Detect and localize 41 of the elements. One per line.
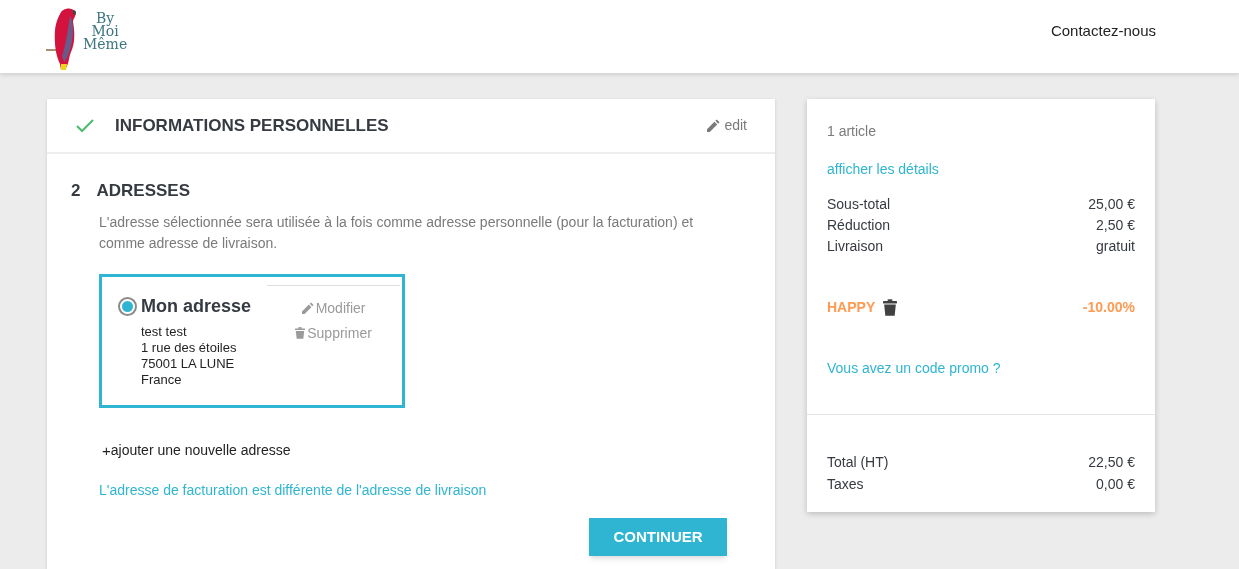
summary-value: 2,50 € bbox=[1096, 216, 1135, 235]
logo-text: By bbox=[96, 12, 115, 25]
voucher-code: HAPPY bbox=[827, 298, 876, 317]
summary-value: gratuit bbox=[1096, 237, 1135, 256]
summary-value: 25,00 € bbox=[1088, 195, 1135, 214]
contact-link[interactable]: Contactez-nous bbox=[1050, 20, 1156, 43]
address-line: 1 rue des étoiles bbox=[141, 339, 238, 356]
billing-address-link[interactable]: L'adresse de facturation est différente de l'adresse de livraison bbox=[99, 482, 487, 498]
check-icon bbox=[75, 117, 95, 134]
modify-link[interactable]: Modifier bbox=[315, 297, 366, 319]
edit-link[interactable]: edit bbox=[724, 115, 747, 136]
logo-text: Moi bbox=[91, 25, 119, 38]
voucher-value: -10.00% bbox=[1082, 298, 1135, 317]
summary-label: Réduction bbox=[827, 216, 891, 235]
address-line: France bbox=[141, 371, 183, 388]
logo-text: Même bbox=[83, 38, 128, 51]
step-number: 2 bbox=[71, 180, 81, 202]
show-details-link[interactable]: afficher les détails bbox=[827, 161, 939, 177]
item-count: 1 article bbox=[827, 122, 878, 141]
summary-value: 22,50 € bbox=[1088, 453, 1135, 472]
plus-icon: + bbox=[102, 439, 111, 462]
step-title: INFORMATIONS PERSONNELLES bbox=[115, 114, 389, 137]
delete-link[interactable]: Supprimer bbox=[307, 322, 372, 344]
promo-code-link[interactable]: Vous avez un code promo ? bbox=[827, 360, 1001, 376]
address-line: test test bbox=[141, 323, 188, 340]
step-description: L'adresse sélectionnée sera utilisée à la fois comme adresse personnelle (pour la facturation) et comme adresse de livraison. bbox=[99, 212, 695, 253]
address-line: 75001 LA LUNE bbox=[141, 355, 236, 372]
summary-label: Total (HT) bbox=[827, 453, 889, 472]
summary-label: Taxes bbox=[827, 475, 864, 494]
add-address-link[interactable]: ajouter une nouvelle adresse bbox=[110, 440, 291, 462]
pencil-icon bbox=[301, 302, 314, 314]
summary-label: Livraison bbox=[827, 237, 884, 256]
address-card[interactable]: Mon adresse test test 1 rue des étoiles 75001 LA LUNE France Modifier Supprimer bbox=[99, 273, 405, 408]
step-title: ADRESSES bbox=[96, 180, 190, 202]
address-alias: Mon adresse bbox=[141, 294, 252, 318]
radio-button[interactable] bbox=[118, 296, 137, 316]
trash-icon[interactable] bbox=[883, 299, 898, 316]
summary-value: 0,00 € bbox=[1096, 475, 1135, 494]
summary-label: Sous-total bbox=[827, 195, 891, 214]
pencil-icon bbox=[707, 119, 721, 132]
continue-button[interactable]: CONTINUER bbox=[589, 518, 727, 556]
